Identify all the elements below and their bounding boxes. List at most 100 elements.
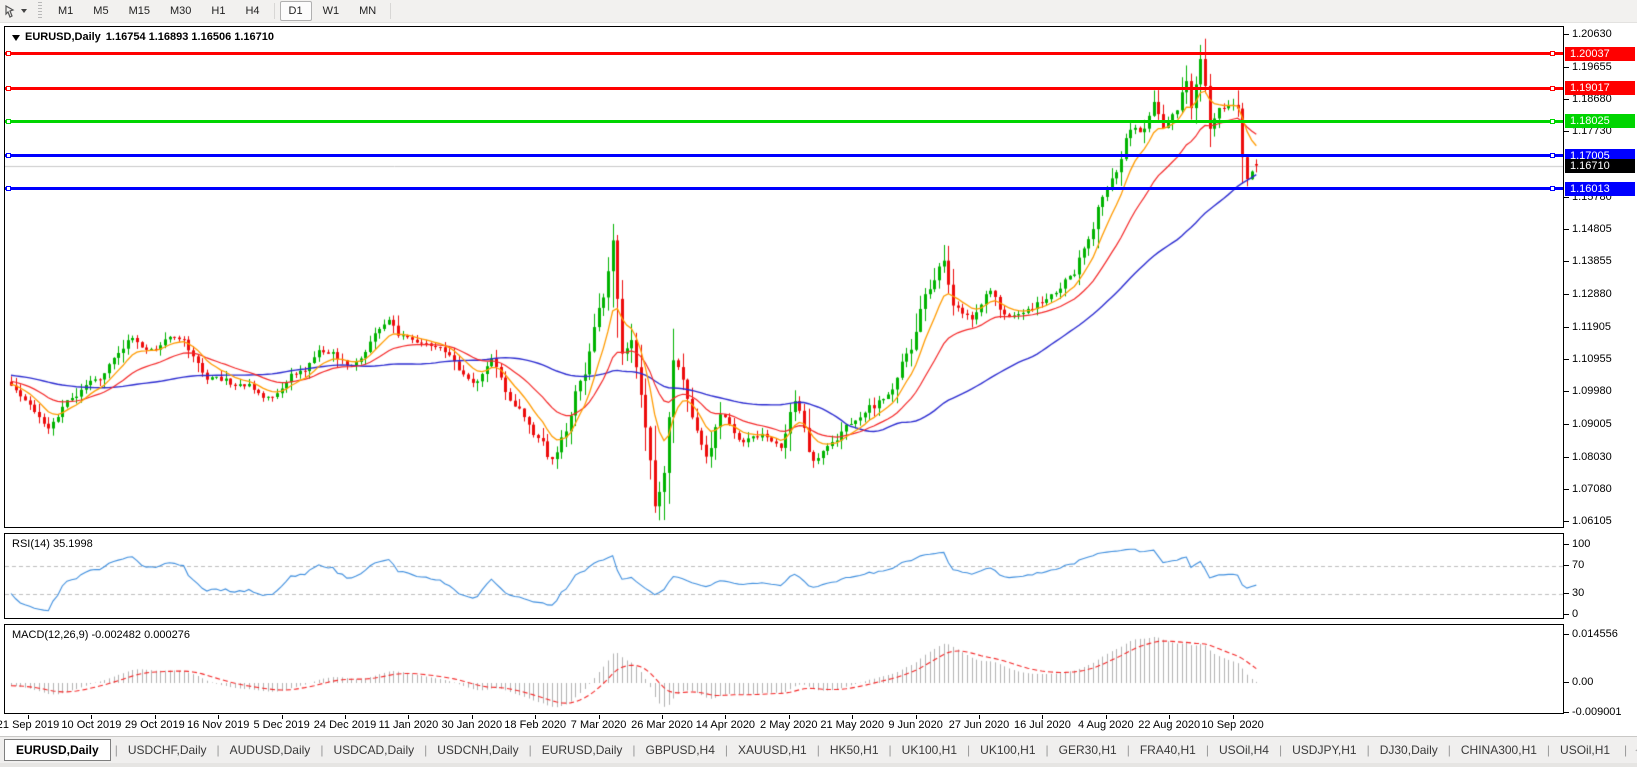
hline-pivot-1.18025[interactable] xyxy=(5,119,1563,123)
price-tag-1.16013: 1.16013 xyxy=(1565,181,1635,196)
macd-values: -0.002482 0.000276 xyxy=(91,629,190,641)
date-tick-label: 9 Jun 2020 xyxy=(888,719,943,731)
price-tick-mark xyxy=(1564,34,1569,35)
tab-uk100-h1-10[interactable]: UK100,H1 xyxy=(971,739,1044,761)
tab-ger30-h1-11[interactable]: GER30,H1 xyxy=(1050,739,1126,761)
cursor-tool-button[interactable] xyxy=(2,4,30,19)
hline-handle[interactable] xyxy=(6,118,11,124)
rsi-canvas[interactable] xyxy=(5,534,1563,618)
tab-eurusd-daily-0[interactable]: EURUSD,Daily xyxy=(4,739,111,761)
tab-uk100-h1-9[interactable]: UK100,H1 xyxy=(893,739,966,761)
price-tick-label: 1.07080 xyxy=(1572,482,1612,495)
date-axis: 21 Sep 2019 10 Oct 2019 29 Oct 2019 16 Nov … xyxy=(0,714,1637,735)
date-tick-label: 14 Apr 2020 xyxy=(695,719,756,731)
date-tick-label: 26 Mar 2020 xyxy=(631,719,693,731)
hline-handle[interactable] xyxy=(1550,118,1555,124)
chart-symbol-title: EURUSD,Daily xyxy=(25,31,101,43)
price-tick-label: 1.09005 xyxy=(1572,418,1612,431)
rsi-scale-tick xyxy=(1564,565,1569,566)
hline-handle[interactable] xyxy=(6,51,11,57)
date-tick-label: 21 Sep 2019 xyxy=(0,719,60,731)
tab-china300-h1-16[interactable]: CHINA300,H1 xyxy=(1452,739,1546,761)
rsi-name: RSI(14) xyxy=(12,538,50,550)
hline-support-1.17005[interactable] xyxy=(5,154,1563,158)
date-tick-label: 24 Dec 2019 xyxy=(313,719,377,731)
hline-resistance-1.19017[interactable] xyxy=(5,86,1563,90)
timeframe-h1[interactable]: H1 xyxy=(202,1,234,21)
date-tick-label: 30 Jan 2020 xyxy=(441,719,503,731)
price-tick-mark xyxy=(1564,261,1569,263)
date-tick-label: 11 Jan 2020 xyxy=(378,719,439,731)
tab-gbpusd-h4-6[interactable]: GBPUSD,H4 xyxy=(637,739,724,761)
toolbar-separator xyxy=(273,3,275,19)
timeframe-w1[interactable]: W1 xyxy=(314,1,349,21)
date-tick-label: 16 Nov 2019 xyxy=(186,719,250,731)
price-tick-mark xyxy=(1564,488,1569,490)
price-tag-1.20037: 1.20037 xyxy=(1565,46,1635,61)
timeframe-h4[interactable]: H4 xyxy=(236,1,268,21)
tab-usoil-h4-13[interactable]: USOil,H4 xyxy=(1210,739,1278,761)
hline-resistance-1.20037[interactable] xyxy=(5,52,1563,56)
chart-title: EURUSD,Daily 1.16754 1.16893 1.16506 1.1… xyxy=(12,31,274,43)
tab-usoil-h1-17[interactable]: USOil,H1 xyxy=(1551,739,1619,761)
rsi-pane: RSI(14) 35.1998 xyxy=(4,533,1564,619)
macd-scale-tick xyxy=(1564,711,1569,713)
main-chart-pane: EURUSD,Daily 1.16754 1.16893 1.16506 1.1… xyxy=(4,26,1564,528)
date-tick-label: 29 Oct 2019 xyxy=(124,719,185,731)
timeframe-d1[interactable]: D1 xyxy=(279,1,312,21)
chevron-down-icon xyxy=(21,9,27,13)
toolbar-grip xyxy=(38,2,42,20)
toolbar-separator xyxy=(390,3,392,19)
macd-scale-tick xyxy=(1564,634,1569,635)
date-tick-label: 18 Feb 2020 xyxy=(504,719,567,731)
price-tag-1.18025: 1.18025 xyxy=(1565,114,1635,129)
tab-usdjpy-h1-14[interactable]: USDJPY,H1 xyxy=(1283,739,1365,761)
timeframe-m30[interactable]: M30 xyxy=(161,1,200,21)
hline-handle[interactable] xyxy=(1550,85,1555,91)
hline-handle[interactable] xyxy=(6,85,11,91)
macd-pane: MACD(12,26,9) -0.002482 0.000276 xyxy=(4,624,1564,714)
hline-handle[interactable] xyxy=(1550,186,1555,192)
price-tick-label: 1.14805 xyxy=(1572,223,1612,236)
rsi-scale-tick xyxy=(1564,544,1569,545)
mt4-window: M1 M5 M15 M30 H1 H4 D1 W1 MN EURUSD,Daily 1.1675… xyxy=(0,0,1637,767)
tab-hk50-h1-8[interactable]: HK50,H1 xyxy=(821,739,888,761)
price-tick-label: 1.09980 xyxy=(1572,385,1612,398)
date-tick-label: 10 Sep 2020 xyxy=(1201,719,1264,731)
tab-scroll-arrows: |◂▸ xyxy=(1623,743,1637,757)
timeframe-m5[interactable]: M5 xyxy=(84,1,117,21)
hline-handle[interactable] xyxy=(6,186,11,192)
hline-support-1.16013[interactable] xyxy=(5,187,1563,191)
price-tag-1.19017: 1.19017 xyxy=(1565,81,1635,96)
hline-handle[interactable] xyxy=(1550,153,1555,159)
timeframe-m1[interactable]: M1 xyxy=(49,1,82,21)
date-tick-label: 22 Aug 2020 xyxy=(1138,719,1201,731)
rsi-label: RSI(14) 35.1998 xyxy=(12,538,93,550)
timeframe-mn[interactable]: MN xyxy=(350,1,385,21)
hline-handle[interactable] xyxy=(1550,51,1555,57)
timeframe-m15[interactable]: M15 xyxy=(120,1,159,21)
macd-canvas[interactable] xyxy=(5,625,1563,713)
price-tick-mark xyxy=(1564,66,1569,68)
tab-usdcad-daily-3[interactable]: USDCAD,Daily xyxy=(324,739,423,761)
price-tick-label: 1.13855 xyxy=(1572,255,1612,268)
tab-fra40-h1-12[interactable]: FRA40,H1 xyxy=(1131,739,1205,761)
tab-eurusd-daily-5[interactable]: EURUSD,Daily xyxy=(533,739,632,761)
date-tick-label: 4 Aug 2020 xyxy=(1077,719,1134,731)
hline-handle[interactable] xyxy=(6,153,11,159)
tab-usdchf-daily-1[interactable]: USDCHF,Daily xyxy=(119,739,216,761)
price-tick-mark xyxy=(1564,326,1569,328)
chart-dropdown-icon[interactable] xyxy=(12,34,20,41)
price-tick-mark xyxy=(1564,196,1569,198)
price-tick-label: 1.10955 xyxy=(1572,352,1612,365)
tab-xauusd-h1-7[interactable]: XAUUSD,H1 xyxy=(729,739,816,761)
price-tick-label: 1.06105 xyxy=(1572,515,1612,528)
tab-usdcnh-daily-4[interactable]: USDCNH,Daily xyxy=(428,739,527,761)
tab-dj30-daily-15[interactable]: DJ30,Daily xyxy=(1371,739,1447,761)
price-tick-mark xyxy=(1564,294,1569,296)
date-tick-label: 16 Jul 2020 xyxy=(1013,719,1071,731)
macd-scale-label: 0.014556 xyxy=(1572,628,1618,640)
tab-audusd-daily-2[interactable]: AUDUSD,Daily xyxy=(221,739,320,761)
timeframe-buttons: M1 M5 M15 M30 H1 H4 D1 W1 MN xyxy=(48,1,395,21)
current-price-tag: 1.16710 xyxy=(1565,158,1635,173)
